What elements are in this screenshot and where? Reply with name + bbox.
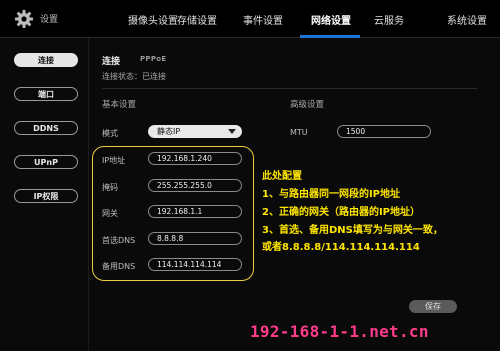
gateway-label: 网关 bbox=[102, 209, 118, 218]
section-title: 连接 bbox=[102, 57, 121, 67]
mtu-input[interactable]: 1500 bbox=[337, 125, 431, 138]
secondary-dns-input[interactable]: 114.114.114.114 bbox=[148, 258, 242, 271]
watermark: 192-168-1-1.net.cn bbox=[250, 322, 429, 341]
chevron-down-icon bbox=[228, 129, 236, 134]
mtu-label: MTU bbox=[290, 128, 308, 137]
secondary-dns-label: 备用DNS bbox=[102, 262, 136, 271]
annotation-line: 2、正确的网关（路由器的IP地址） bbox=[262, 207, 421, 218]
annotation-line: 1、与路由器同一网段的IP地址 bbox=[262, 189, 401, 200]
primary-dns-label: 首选DNS bbox=[102, 236, 136, 245]
basic-settings-heading: 基本设置 bbox=[102, 100, 137, 110]
annotation-line: 此处配置 bbox=[262, 171, 302, 182]
tab-network-settings[interactable]: 网络设置 bbox=[311, 12, 351, 27]
tab-camera-settings[interactable]: 摄像头设置 bbox=[128, 12, 178, 27]
tab-storage-settings[interactable]: 存储设置 bbox=[177, 12, 217, 27]
subnet-mask-input[interactable]: 255.255.255.0 bbox=[148, 179, 242, 192]
mode-select-value: 静态IP bbox=[157, 127, 181, 136]
sidebar-item-ip-permission[interactable]: IP权限 bbox=[14, 189, 78, 203]
ip-address-input[interactable]: 192.168.1.240 bbox=[148, 152, 242, 165]
subnet-mask-label: 掩码 bbox=[102, 183, 118, 192]
save-button[interactable]: 保存 bbox=[409, 300, 457, 313]
tab-system-settings[interactable]: 系统设置 bbox=[447, 12, 487, 27]
tab-event-settings[interactable]: 事件设置 bbox=[243, 12, 283, 27]
ip-address-label: IP地址 bbox=[102, 156, 126, 165]
app-title: 设置 bbox=[40, 15, 59, 25]
section-divider bbox=[102, 88, 477, 89]
mode-label: 模式 bbox=[102, 129, 118, 138]
annotation-line: 或者8.8.8.8/114.114.114.114 bbox=[262, 242, 420, 253]
sidebar-divider bbox=[88, 38, 89, 351]
annotation-line: 3、首选、备用DNS填写为与网关一致， bbox=[262, 225, 443, 236]
pppoe-link[interactable]: PPPoE bbox=[140, 55, 166, 63]
primary-dns-input[interactable]: 8.8.8.8 bbox=[148, 232, 242, 245]
sidebar-item-upnp[interactable]: UPnP bbox=[14, 155, 78, 169]
connection-status: 连接状态：已连接 bbox=[102, 72, 166, 81]
sidebar-item-ddns[interactable]: DDNS bbox=[14, 121, 78, 135]
gateway-input[interactable]: 192.168.1.1 bbox=[148, 205, 242, 218]
sidebar-item-connection[interactable]: 连接 bbox=[14, 53, 78, 67]
gear-icon[interactable] bbox=[14, 9, 34, 29]
sidebar-item-port[interactable]: 端口 bbox=[14, 87, 78, 101]
top-bar: 设置 摄像头设置 存储设置 事件设置 网络设置 云服务 系统设置 bbox=[0, 0, 500, 38]
mode-select[interactable]: 静态IP bbox=[148, 125, 242, 138]
advanced-settings-heading: 高级设置 bbox=[290, 100, 325, 110]
tab-cloud-service[interactable]: 云服务 bbox=[374, 12, 404, 27]
active-tab-indicator bbox=[300, 35, 360, 38]
